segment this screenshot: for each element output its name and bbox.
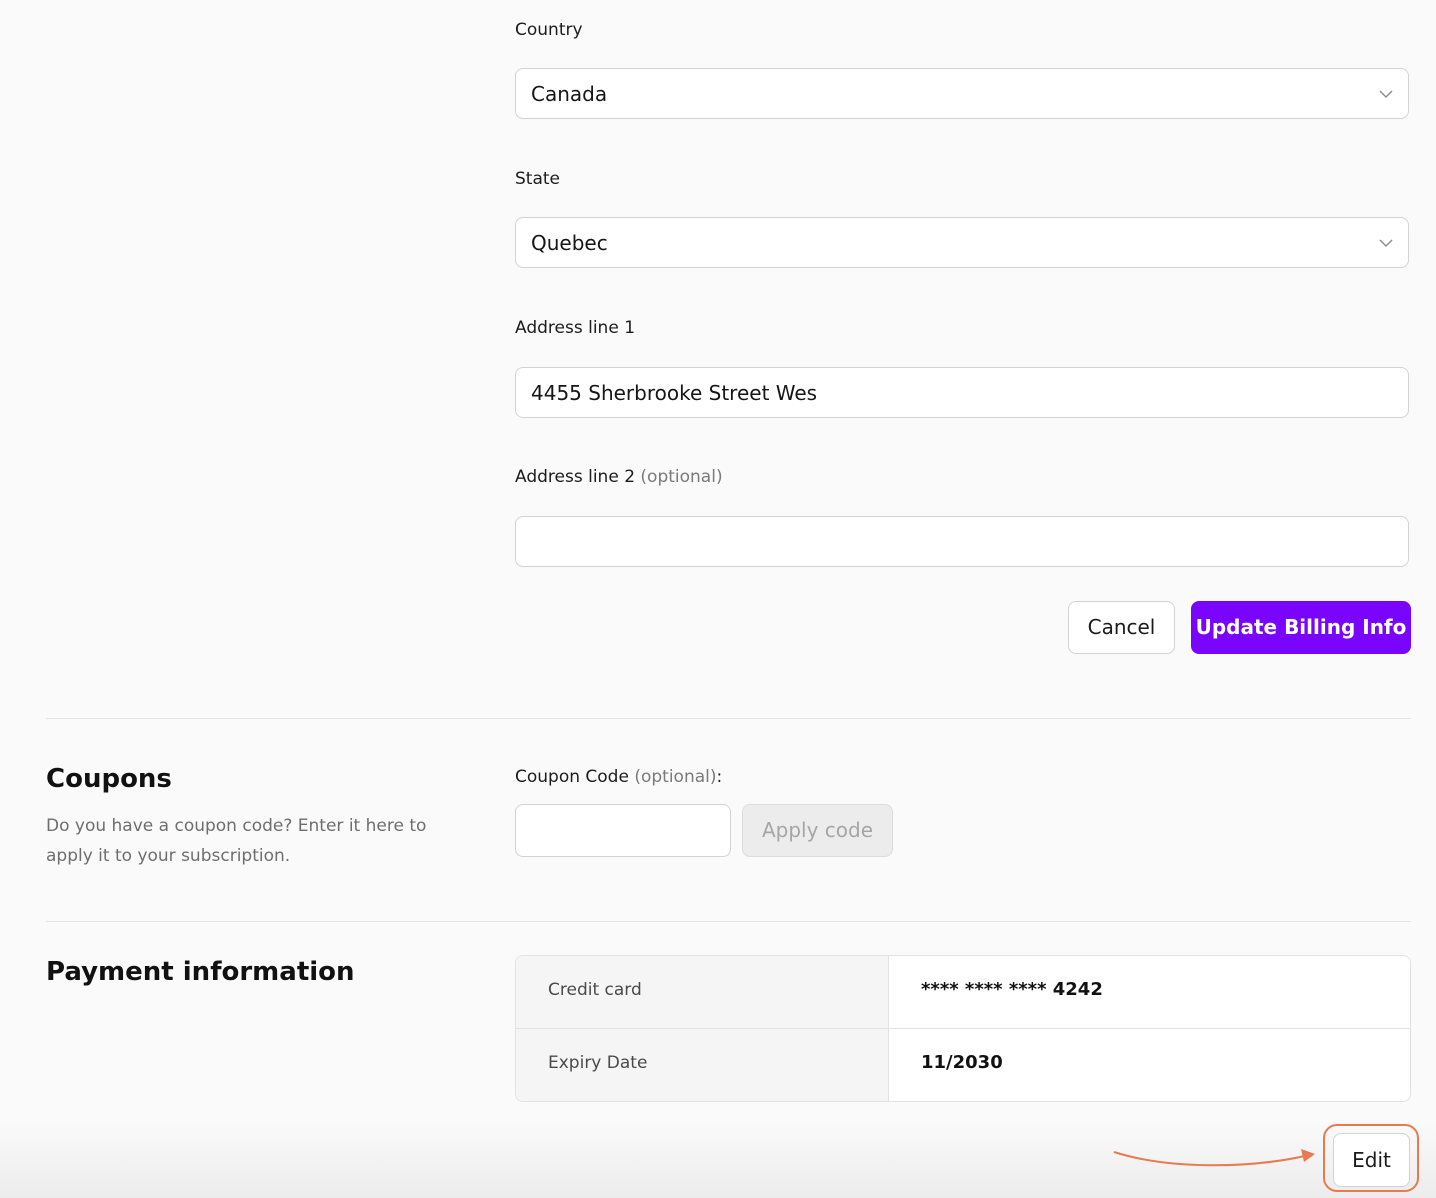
address-line1-input[interactable]: 4455 Sherbrooke Street Wes [515,367,1409,418]
optional-hint: (optional) [640,467,723,487]
state-select[interactable]: Quebec [515,217,1409,268]
credit-card-label: Credit card [548,980,642,1000]
expiry-date-label: Expiry Date [548,1053,648,1073]
state-select-value: Quebec [531,231,608,255]
address-line2-input[interactable] [515,516,1409,567]
section-divider [46,921,1411,922]
cancel-button[interactable]: Cancel [1068,601,1175,654]
expiry-date-value: 11/2030 [921,1052,1003,1073]
payment-information-title: Payment information [46,957,355,987]
update-billing-info-button[interactable]: Update Billing Info [1191,601,1411,654]
apply-code-button[interactable]: Apply code [742,804,893,857]
edit-button[interactable]: Edit [1333,1133,1410,1187]
optional-hint: (optional) [634,767,717,787]
coupon-code-label-text: Coupon Code [515,767,629,787]
table-row-key: Credit card [516,956,889,1029]
state-label: State [515,169,560,189]
country-select[interactable]: Canada [515,68,1409,119]
address-line2-label-text: Address line 2 [515,467,636,487]
chevron-down-icon [1379,239,1393,247]
address-line1-value: 4455 Sherbrooke Street Wes [531,381,818,405]
chevron-down-icon [1379,90,1393,98]
coupons-description: Do you have a coupon code? Enter it here… [46,816,427,866]
coupon-code-colon: : [716,767,723,787]
address-line1-label: Address line 1 [515,318,636,338]
coupon-code-label: Coupon Code (optional): [515,767,722,787]
payment-info-table: Credit card **** **** **** 4242 Expiry D… [515,955,1411,1102]
section-divider [46,718,1411,719]
table-row: Expiry Date 11/2030 [516,1029,1410,1101]
country-select-value: Canada [531,82,608,106]
coupon-code-input[interactable] [515,804,731,857]
coupons-title: Coupons [46,764,172,794]
country-label: Country [515,20,583,40]
credit-card-value: **** **** **** 4242 [921,979,1103,1000]
table-row-key: Expiry Date [516,1029,889,1101]
address-line2-label: Address line 2 (optional) [515,467,723,487]
arrow-icon [1113,1149,1315,1167]
table-row: Credit card **** **** **** 4242 [516,956,1410,1029]
